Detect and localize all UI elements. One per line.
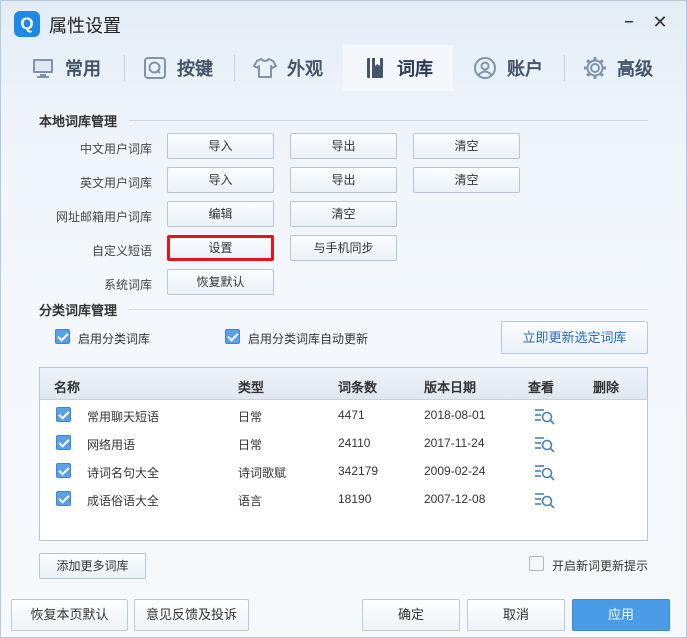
row-count: 342179 <box>338 464 379 478</box>
dictionary-table: 名称 类型 词条数 版本日期 查看 删除 常用聊天短语 日常 4471 2018… <box>39 367 648 541</box>
ok-button[interactable]: 确定 <box>362 599 460 631</box>
custom-phrase-settings-button[interactable]: 设置 <box>167 235 274 261</box>
tab-advanced[interactable]: 高级 <box>563 45 673 91</box>
row-count: 4471 <box>338 408 365 422</box>
tab-label: 常用 <box>65 59 101 79</box>
col-count: 词条数 <box>338 380 378 395</box>
feedback-button[interactable]: 意见反馈及投诉 <box>134 599 249 631</box>
section-divider <box>129 309 648 310</box>
minimize-button[interactable]: – <box>618 11 640 33</box>
row-count: 24110 <box>338 436 371 450</box>
row-date: 2009-02-24 <box>424 464 486 478</box>
section-title-category: 分类词库管理 <box>39 303 118 318</box>
section-title-local: 本地词库管理 <box>39 114 118 129</box>
url-edit-button[interactable]: 编辑 <box>167 201 274 227</box>
col-name: 名称 <box>54 380 81 395</box>
tshirt-icon <box>253 58 277 78</box>
row-label-en-user: 英文用户词库 <box>79 176 152 190</box>
window-title: 属性设置 <box>49 16 121 36</box>
col-view: 查看 <box>528 380 555 395</box>
row-checkbox[interactable] <box>56 463 71 478</box>
row-label-url-email: 网址邮箱用户词库 <box>55 210 152 224</box>
row-type: 语言 <box>238 494 263 508</box>
row-checkbox[interactable] <box>56 407 71 422</box>
en-export-button[interactable]: 导出 <box>290 167 397 193</box>
tab-label: 按键 <box>177 59 213 79</box>
tab-label: 高级 <box>617 59 653 79</box>
cn-export-button[interactable]: 导出 <box>290 133 397 159</box>
row-name: 成语俗语大全 <box>87 494 160 508</box>
tab-label: 账户 <box>507 59 543 79</box>
enable-category-checkbox[interactable] <box>55 329 70 344</box>
app-logo-icon: Q <box>14 11 40 37</box>
settings-window: Q 属性设置 – ✕ 常用 按键 外观 词库 账户 高级 本地词库管理 中文用户… <box>0 0 687 638</box>
new-word-prompt-checkbox[interactable] <box>529 556 544 571</box>
row-type: 日常 <box>238 410 263 424</box>
key-q-icon <box>144 57 166 79</box>
row-count: 18190 <box>338 492 372 506</box>
user-icon <box>474 57 496 79</box>
tab-bar: 常用 按键 外观 词库 账户 高级 <box>1 45 687 91</box>
tab-label: 外观 <box>287 59 323 79</box>
col-delete: 删除 <box>593 380 620 395</box>
tab-dictionary[interactable]: 词库 <box>343 45 453 91</box>
view-list-icon[interactable] <box>534 463 556 481</box>
title-bar: Q 属性设置 – ✕ <box>1 1 687 45</box>
en-import-button[interactable]: 导入 <box>167 167 274 193</box>
row-checkbox[interactable] <box>56 491 71 506</box>
en-clear-button[interactable]: 清空 <box>413 167 520 193</box>
enable-category-label: 启用分类词库 <box>78 332 151 346</box>
restore-page-default-button[interactable]: 恢复本页默认 <box>11 599 128 631</box>
row-type: 诗词歌赋 <box>238 466 287 480</box>
row-name: 常用聊天短语 <box>87 410 160 424</box>
row-name: 网络用语 <box>87 438 136 452</box>
apply-button[interactable]: 应用 <box>572 599 670 631</box>
monitor-icon <box>33 59 53 78</box>
sync-phone-button[interactable]: 与手机同步 <box>290 235 397 261</box>
table-header: 名称 类型 词条数 版本日期 查看 删除 <box>40 368 647 400</box>
cancel-button[interactable]: 取消 <box>467 599 565 631</box>
row-label-custom-phrase: 自定义短语 <box>91 244 152 258</box>
tab-keys[interactable]: 按键 <box>123 45 233 91</box>
view-list-icon[interactable] <box>534 407 556 425</box>
row-name: 诗词名句大全 <box>87 466 160 480</box>
add-more-dictionary-button[interactable]: 添加更多词库 <box>39 553 146 579</box>
view-list-icon[interactable] <box>534 491 556 509</box>
auto-update-label: 启用分类词库自动更新 <box>248 332 369 346</box>
tab-general[interactable]: 常用 <box>11 45 121 91</box>
close-button[interactable]: ✕ <box>649 11 671 33</box>
new-word-prompt-label: 开启新词更新提示 <box>552 559 649 573</box>
section-divider <box>129 120 648 121</box>
tab-appearance[interactable]: 外观 <box>233 45 343 91</box>
row-type: 日常 <box>238 438 263 452</box>
url-clear-button[interactable]: 清空 <box>290 201 397 227</box>
book-icon <box>367 58 383 78</box>
cn-import-button[interactable]: 导入 <box>167 133 274 159</box>
auto-update-checkbox[interactable] <box>225 329 240 344</box>
row-date: 2007-12-08 <box>424 492 486 506</box>
view-list-icon[interactable] <box>534 435 556 453</box>
col-date: 版本日期 <box>424 380 477 395</box>
row-checkbox[interactable] <box>56 435 71 450</box>
gear-icon <box>584 57 606 79</box>
restore-default-button[interactable]: 恢复默认 <box>167 269 274 295</box>
cn-clear-button[interactable]: 清空 <box>413 133 520 159</box>
tab-account[interactable]: 账户 <box>453 45 563 91</box>
update-selected-button[interactable]: 立即更新选定词库 <box>501 321 648 354</box>
row-label-system: 系统词库 <box>103 278 152 292</box>
row-label-cn-user: 中文用户词库 <box>79 142 152 156</box>
row-date: 2018-08-01 <box>424 408 486 422</box>
tab-label: 词库 <box>397 59 433 79</box>
col-type: 类型 <box>238 380 265 395</box>
row-date: 2017-11-24 <box>424 436 485 450</box>
